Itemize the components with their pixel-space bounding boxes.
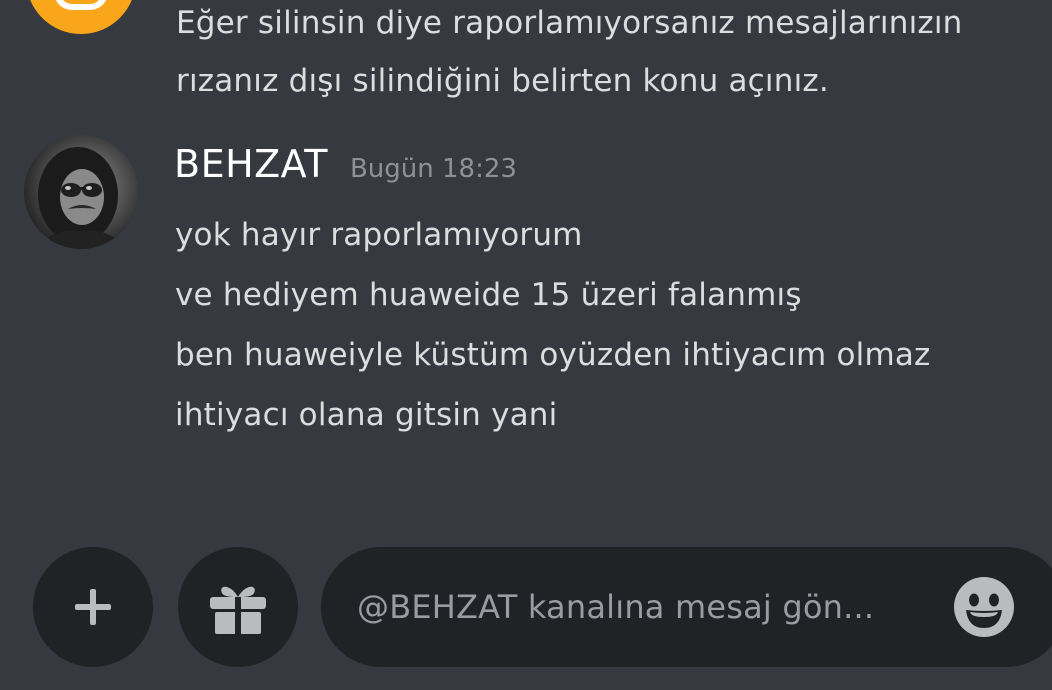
message-line: ben huaweiyle küstüm oyüzden ihtiyacım o… xyxy=(175,337,931,373)
message-line: Eğer silinsin diye raporlamıyorsanız mes… xyxy=(176,5,963,41)
previous-message-avatar[interactable] xyxy=(26,0,136,34)
gift-icon xyxy=(210,586,266,634)
previous-message-content: Eğer silinsin diye raporlamıyorsanız mes… xyxy=(176,0,1046,110)
message-timestamp: Bugün 18:23 xyxy=(349,154,517,184)
message-line: ve hediyem huaweide 15 üzeri falanmış xyxy=(175,277,802,313)
message-header: BEHZAT Bugün 18:23 xyxy=(174,142,517,198)
gift-button[interactable] xyxy=(178,547,298,667)
message-line: yok hayır raporlamıyorum xyxy=(175,217,583,253)
plus-icon xyxy=(75,589,111,625)
add-attachment-button[interactable] xyxy=(33,547,153,667)
message-content: yok hayır raporlamıyorum ve hediyem huaw… xyxy=(175,205,1035,445)
username[interactable]: BEHZAT xyxy=(174,142,328,186)
bot-logo-icon xyxy=(54,0,108,10)
message-line: rızanız dışı silindiğini belirten konu a… xyxy=(176,63,829,99)
message-line: ihtiyacı olana gitsin yani xyxy=(175,397,558,433)
message-input[interactable]: @BEHZAT kanalına mesaj gön... xyxy=(321,547,1052,667)
user-avatar[interactable] xyxy=(24,135,138,249)
emoji-button[interactable] xyxy=(953,576,1015,638)
avatar-photo xyxy=(34,147,128,249)
emoji-icon xyxy=(954,577,1014,637)
message-input-placeholder: @BEHZAT kanalına mesaj gön... xyxy=(357,588,875,626)
